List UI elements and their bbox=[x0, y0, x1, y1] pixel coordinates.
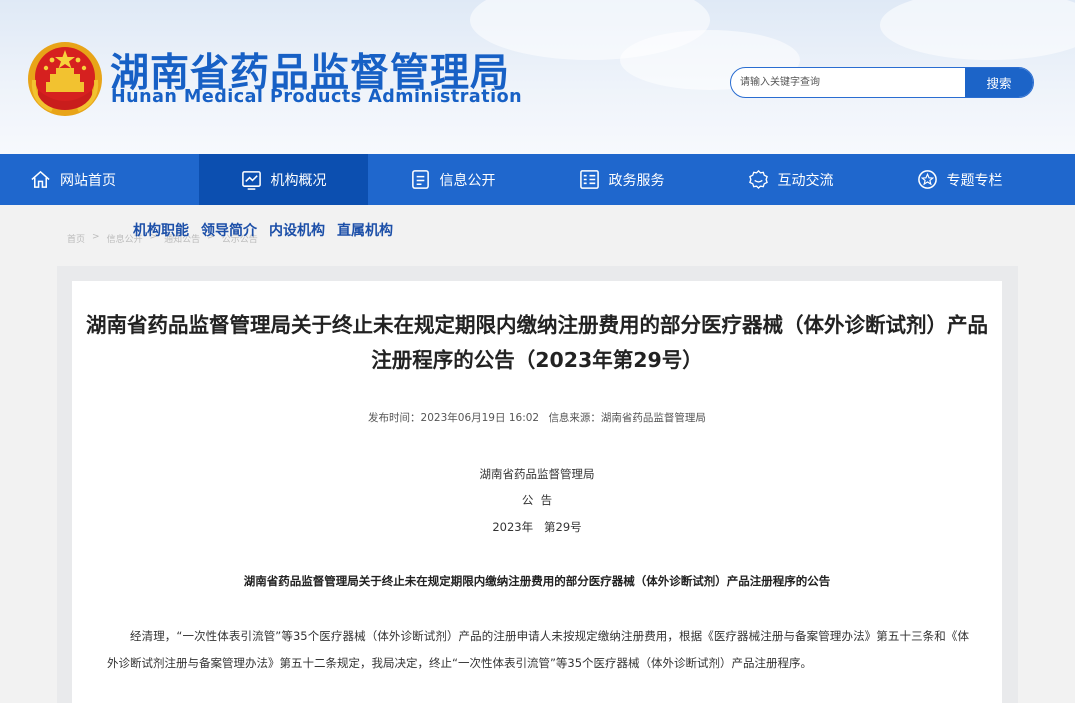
nav-item-interaction[interactable]: 互动交流 bbox=[706, 154, 875, 205]
breadcrumb-separator: > bbox=[92, 232, 100, 242]
issuer-name: 湖南省药品监督管理局 bbox=[479, 467, 595, 481]
info-source: 信息来源：湖南省药品监督管理局 bbox=[548, 412, 706, 424]
nav-item-label: 网站首页 bbox=[60, 172, 116, 189]
chart-icon bbox=[241, 169, 262, 190]
chat-icon bbox=[748, 169, 769, 190]
subnav-item-leaders[interactable]: 领导简介 bbox=[201, 220, 257, 240]
nav-item-label: 政务服务 bbox=[608, 172, 665, 189]
home-icon bbox=[30, 169, 51, 190]
site-header: 湖南省药品监督管理局 Hunan Medical Products Admini… bbox=[0, 0, 1075, 154]
nav-item-info[interactable]: 信息公开 bbox=[368, 154, 537, 205]
list-icon bbox=[579, 169, 600, 190]
nav-item-label: 信息公开 bbox=[439, 172, 496, 189]
nav-item-label: 机构概况 bbox=[270, 172, 327, 189]
article-body: 经清理，“一次性体表引流管”等35个医疗器械（体外诊断试剂）产品的注册申请人未按… bbox=[107, 629, 969, 670]
notice-subtitle: 湖南省药品监督管理局关于终止未在规定期限内缴纳注册费用的部分医疗器械（体外诊断试… bbox=[243, 574, 831, 588]
search-button[interactable]: 搜索 bbox=[965, 68, 1033, 97]
search-input[interactable] bbox=[731, 68, 965, 97]
decorative-cloud bbox=[880, 0, 1075, 60]
article-meta: 发布时间：2023年06月19日 16:02 信息来源：湖南省药品监督管理局 bbox=[72, 410, 1002, 425]
nav-item-label: 专题专栏 bbox=[946, 172, 1003, 189]
document-icon bbox=[410, 169, 431, 190]
breadcrumb-item[interactable]: 首页 bbox=[67, 232, 85, 245]
subnav-item-departments[interactable]: 内设机构 bbox=[269, 220, 325, 240]
notice-label: 公 告 bbox=[521, 493, 553, 507]
site-subtitle: Hunan Medical Products Administration bbox=[111, 87, 523, 107]
nav-item-label: 互动交流 bbox=[777, 172, 834, 189]
national-emblem-icon[interactable] bbox=[26, 40, 104, 118]
star-icon bbox=[917, 169, 938, 190]
main-nav: 网站首页 机构概况 信息公开 政务服务 互动交流 专题专栏 bbox=[0, 154, 1075, 205]
subnav-item-affiliates[interactable]: 直属机构 bbox=[337, 220, 393, 240]
subnav-menu: 机构职能 领导简介 内设机构 直属机构 bbox=[133, 220, 393, 240]
article-title: 湖南省药品监督管理局关于终止未在规定期限内缴纳注册费用的部分医疗器械（体外诊断试… bbox=[86, 313, 988, 372]
notice-number: 2023年 第29号 bbox=[492, 520, 582, 534]
nav-item-special[interactable]: 专题专栏 bbox=[875, 154, 1044, 205]
subnav-item-functions[interactable]: 机构职能 bbox=[133, 220, 189, 240]
publish-time: 发布时间：2023年06月19日 16:02 bbox=[368, 412, 540, 424]
nav-item-overview[interactable]: 机构概况 bbox=[199, 154, 368, 205]
search-box: 搜索 bbox=[730, 67, 1034, 98]
nav-item-services[interactable]: 政务服务 bbox=[537, 154, 706, 205]
nav-item-home[interactable]: 网站首页 bbox=[0, 154, 199, 205]
